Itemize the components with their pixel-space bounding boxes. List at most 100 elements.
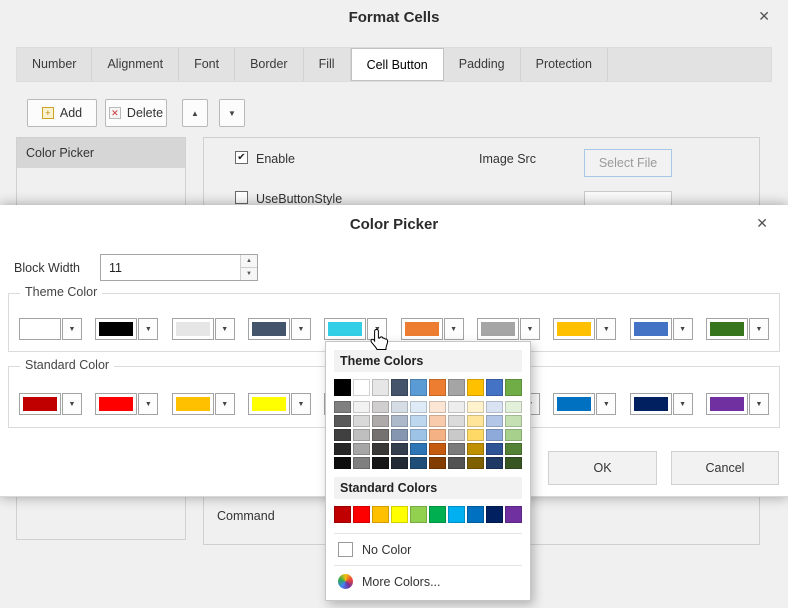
color-dropdown-combo[interactable]: ▼ bbox=[95, 318, 158, 340]
color-swatch[interactable] bbox=[486, 457, 503, 469]
use-button-style-checkbox[interactable] bbox=[235, 191, 248, 204]
color-swatch[interactable] bbox=[467, 401, 484, 413]
color-swatch[interactable] bbox=[372, 379, 389, 396]
color-swatch[interactable] bbox=[410, 401, 427, 413]
chevron-down-icon[interactable]: ▼ bbox=[596, 393, 616, 415]
spinner-up-button[interactable]: ▲ bbox=[241, 255, 257, 268]
color-swatch[interactable] bbox=[334, 401, 351, 413]
tab-border[interactable]: Border bbox=[235, 48, 304, 81]
chevron-down-icon[interactable]: ▼ bbox=[62, 393, 82, 415]
color-swatch[interactable] bbox=[353, 379, 370, 396]
color-swatch[interactable] bbox=[334, 443, 351, 455]
color-swatch[interactable] bbox=[467, 379, 484, 396]
color-swatch[interactable] bbox=[467, 443, 484, 455]
color-swatch[interactable] bbox=[429, 415, 446, 427]
chevron-down-icon[interactable]: ▼ bbox=[62, 318, 82, 340]
chevron-down-icon[interactable]: ▼ bbox=[138, 318, 158, 340]
color-swatch[interactable] bbox=[334, 379, 351, 396]
tab-number[interactable]: Number bbox=[17, 48, 92, 81]
color-swatch[interactable] bbox=[505, 415, 522, 427]
block-width-input[interactable] bbox=[101, 255, 239, 280]
color-dropdown-combo[interactable]: ▼ bbox=[95, 393, 158, 415]
color-swatch[interactable] bbox=[372, 429, 389, 441]
color-swatch[interactable] bbox=[467, 429, 484, 441]
color-dropdown-combo[interactable]: ▼ bbox=[248, 318, 311, 340]
color-swatch[interactable] bbox=[372, 443, 389, 455]
color-swatch[interactable] bbox=[429, 401, 446, 413]
color-swatch[interactable] bbox=[467, 506, 484, 523]
tab-protection[interactable]: Protection bbox=[521, 48, 608, 81]
chevron-down-icon[interactable]: ▼ bbox=[596, 318, 616, 340]
chevron-down-icon[interactable]: ▼ bbox=[673, 393, 693, 415]
color-swatch[interactable] bbox=[372, 457, 389, 469]
format-cells-close-button[interactable]: ✕ bbox=[758, 8, 770, 25]
color-swatch[interactable] bbox=[429, 506, 446, 523]
chevron-down-icon[interactable]: ▼ bbox=[749, 393, 769, 415]
color-swatch[interactable] bbox=[486, 429, 503, 441]
move-up-button[interactable]: ▲ bbox=[182, 99, 208, 127]
color-swatch[interactable] bbox=[448, 379, 465, 396]
tab-alignment[interactable]: Alignment bbox=[92, 48, 179, 81]
tab-fill[interactable]: Fill bbox=[304, 48, 351, 81]
color-swatch[interactable] bbox=[429, 457, 446, 469]
color-swatch[interactable] bbox=[505, 506, 522, 523]
color-dropdown-combo[interactable]: ▼ bbox=[553, 393, 616, 415]
color-swatch[interactable] bbox=[505, 443, 522, 455]
color-dropdown-combo[interactable]: ▼ bbox=[248, 393, 311, 415]
color-swatch[interactable] bbox=[410, 457, 427, 469]
chevron-down-icon[interactable]: ▼ bbox=[673, 318, 693, 340]
color-swatch[interactable] bbox=[353, 401, 370, 413]
chevron-down-icon[interactable]: ▼ bbox=[138, 393, 158, 415]
color-swatch[interactable] bbox=[353, 429, 370, 441]
color-swatch[interactable] bbox=[391, 379, 408, 396]
color-dropdown-combo[interactable]: ▼ bbox=[19, 318, 82, 340]
color-swatch[interactable] bbox=[410, 429, 427, 441]
list-item-color-picker[interactable]: Color Picker bbox=[17, 138, 185, 168]
color-dropdown-combo[interactable]: ▼ bbox=[630, 318, 693, 340]
color-swatch[interactable] bbox=[486, 401, 503, 413]
color-swatch[interactable] bbox=[410, 379, 427, 396]
color-swatch[interactable] bbox=[410, 415, 427, 427]
color-picker-close-button[interactable]: ✕ bbox=[756, 215, 768, 232]
color-swatch[interactable] bbox=[353, 457, 370, 469]
color-dropdown-combo[interactable]: ▼ bbox=[172, 393, 235, 415]
add-button[interactable]: + Add bbox=[27, 99, 97, 127]
no-color-menu-item[interactable]: No Color bbox=[334, 539, 522, 560]
color-swatch[interactable] bbox=[391, 429, 408, 441]
color-swatch[interactable] bbox=[334, 506, 351, 523]
ok-button[interactable]: OK bbox=[548, 451, 657, 485]
color-swatch[interactable] bbox=[372, 401, 389, 413]
color-swatch[interactable] bbox=[448, 457, 465, 469]
color-swatch[interactable] bbox=[391, 457, 408, 469]
color-swatch[interactable] bbox=[391, 443, 408, 455]
chevron-down-icon[interactable]: ▼ bbox=[215, 318, 235, 340]
color-swatch[interactable] bbox=[410, 443, 427, 455]
color-swatch[interactable] bbox=[486, 506, 503, 523]
color-swatch[interactable] bbox=[467, 415, 484, 427]
color-swatch[interactable] bbox=[334, 415, 351, 427]
chevron-down-icon[interactable]: ▼ bbox=[291, 393, 311, 415]
color-swatch[interactable] bbox=[372, 415, 389, 427]
color-swatch[interactable] bbox=[429, 429, 446, 441]
chevron-down-icon[interactable]: ▼ bbox=[291, 318, 311, 340]
chevron-down-icon[interactable]: ▼ bbox=[520, 318, 540, 340]
color-dropdown-combo[interactable]: ▼ bbox=[706, 318, 769, 340]
tab-padding[interactable]: Padding bbox=[444, 48, 521, 81]
color-swatch[interactable] bbox=[486, 415, 503, 427]
chevron-down-icon[interactable]: ▼ bbox=[749, 318, 769, 340]
color-swatch[interactable] bbox=[505, 457, 522, 469]
color-dropdown-combo[interactable]: ▼ bbox=[706, 393, 769, 415]
color-swatch[interactable] bbox=[410, 506, 427, 523]
color-swatch[interactable] bbox=[334, 429, 351, 441]
chevron-down-icon[interactable]: ▼ bbox=[444, 318, 464, 340]
more-colors-menu-item[interactable]: More Colors... bbox=[334, 571, 522, 592]
color-swatch[interactable] bbox=[429, 443, 446, 455]
color-dropdown-combo[interactable]: ▼ bbox=[630, 393, 693, 415]
enable-checkbox[interactable]: ✔ bbox=[235, 151, 248, 164]
color-dropdown-combo[interactable]: ▼ bbox=[477, 318, 540, 340]
color-swatch[interactable] bbox=[448, 429, 465, 441]
color-swatch[interactable] bbox=[448, 415, 465, 427]
color-swatch[interactable] bbox=[505, 401, 522, 413]
color-swatch[interactable] bbox=[505, 429, 522, 441]
color-swatch[interactable] bbox=[372, 506, 389, 523]
